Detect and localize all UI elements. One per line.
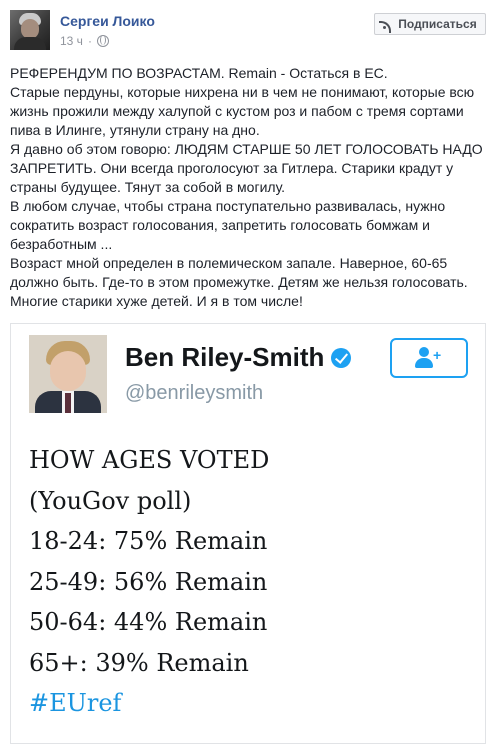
- tweet-author-name-text: Ben Riley-Smith: [125, 342, 325, 372]
- facebook-post: Сергеи Лоико 13 ч · Подписаться РЕФЕРЕНД…: [0, 0, 501, 744]
- post-paragraph: В любом случае, чтобы страна поступатель…: [10, 198, 446, 252]
- follow-button: +: [390, 338, 468, 378]
- subscribe-label: Подписаться: [398, 17, 477, 31]
- tweet-body: HOW AGES VOTED (YouGov poll) 18-24: 75% …: [29, 440, 479, 724]
- post-paragraph: Я давно об этом говорю: ЛЮДЯМ СТАРШЕ 50 …: [10, 141, 483, 195]
- verified-icon: [331, 347, 352, 368]
- post-text: РЕФЕРЕНДУМ ПО ВОЗРАСТАМ. Remain - Остать…: [10, 64, 490, 311]
- post-paragraph: Возраст мной определен в полемическом за…: [10, 255, 468, 309]
- tweet-line: (YouGov poll): [29, 486, 192, 515]
- globe-icon[interactable]: [96, 35, 109, 47]
- meta-separator: ·: [87, 34, 92, 48]
- post-meta: 13 ч ·: [60, 34, 109, 48]
- tweet-image[interactable]: Ben Riley-Smith @benrileysmith + HOW AGE…: [10, 323, 486, 744]
- subscribe-button[interactable]: Подписаться: [374, 13, 486, 35]
- author-avatar[interactable]: [10, 10, 50, 50]
- post-timestamp[interactable]: 13 ч: [60, 34, 83, 48]
- follow-user-icon: +: [415, 347, 443, 369]
- tweet-hashtag: #EUref: [29, 689, 122, 717]
- tweet-line: 25-49: 56% Remain: [29, 567, 268, 596]
- rss-icon: [379, 19, 393, 33]
- tweet-line: 18-24: 75% Remain: [29, 527, 268, 555]
- tweet-author-name: Ben Riley-Smith: [125, 342, 352, 373]
- tweet-handle: @benrileysmith: [125, 382, 264, 404]
- tweet-author-photo: [29, 335, 107, 413]
- author-name[interactable]: Сергеи Лоико: [60, 13, 155, 29]
- post-paragraph: Старые пердуны, которые нихрена ни в чем…: [10, 84, 475, 138]
- post-paragraph: РЕФЕРЕНДУМ ПО ВОЗРАСТАМ. Remain - Остать…: [10, 65, 388, 81]
- tweet-line: 50-64: 44% Remain: [29, 608, 268, 636]
- tweet-line: 65+: 39% Remain: [29, 648, 249, 677]
- tweet-line: HOW AGES VOTED: [29, 446, 270, 474]
